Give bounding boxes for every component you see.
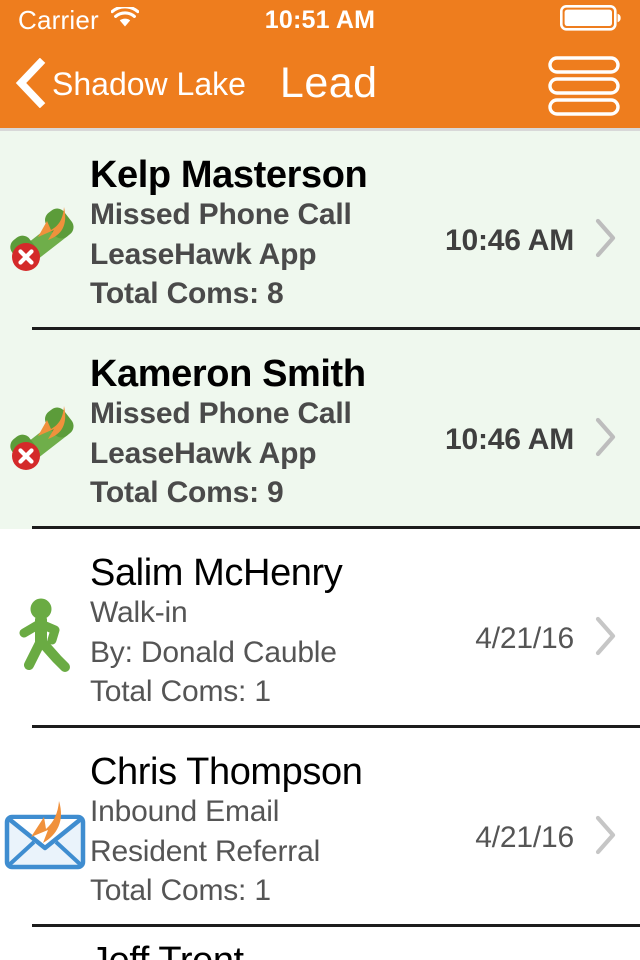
carrier-label: Carrier bbox=[18, 5, 99, 35]
list-item-meta: 4/21/16 bbox=[475, 615, 640, 662]
list-item-body: Kelp Masterson Missed Phone Call LeaseHa… bbox=[90, 149, 445, 313]
lead-timestamp: 10:46 AM bbox=[444, 422, 574, 456]
lead-name: Kameron Smith bbox=[90, 353, 366, 395]
list-item[interactable]: Kameron Smith Missed Phone Call LeaseHaw… bbox=[0, 330, 640, 529]
chevron-right-icon[interactable] bbox=[594, 814, 618, 861]
lead-source: Walk-in bbox=[90, 596, 188, 630]
lead-timestamp: 4/21/16 bbox=[475, 621, 574, 655]
list-item-body: Chris Thompson Inbound Email Resident Re… bbox=[90, 746, 475, 910]
lead-total-coms: Total Coms: 9 bbox=[90, 475, 284, 509]
list-item-body: Kameron Smith Missed Phone Call LeaseHaw… bbox=[90, 348, 445, 512]
lead-agent: By: Donald Cauble bbox=[90, 635, 337, 669]
navigation-bar: Shadow Lake Lead bbox=[0, 40, 640, 131]
missed-phone-call-icon bbox=[0, 199, 90, 281]
list-item[interactable]: Salim McHenry Walk-in By: Donald Cauble … bbox=[0, 529, 640, 728]
lead-list: Kelp Masterson Missed Phone Call LeaseHa… bbox=[0, 131, 640, 960]
list-item-body: Salim McHenry Walk-in By: Donald Cauble … bbox=[90, 547, 475, 711]
list-item[interactable]: Jeff Trent bbox=[0, 927, 640, 960]
battery-icon bbox=[559, 4, 622, 36]
list-item[interactable]: Chris Thompson Inbound Email Resident Re… bbox=[0, 728, 640, 927]
lead-name: Salim McHenry bbox=[90, 552, 343, 594]
list-item-meta: 10:46 AM bbox=[445, 217, 640, 264]
lead-name: Jeff Trent bbox=[90, 941, 640, 960]
list-item[interactable]: Kelp Masterson Missed Phone Call LeaseHa… bbox=[0, 131, 640, 330]
status-bar: Carrier 10:51 AM bbox=[0, 0, 640, 40]
lead-total-coms: Total Coms: 1 bbox=[90, 674, 271, 708]
status-bar-right bbox=[559, 4, 622, 36]
lead-source: Missed Phone Call bbox=[90, 397, 352, 431]
list-item-icon-placeholder bbox=[0, 952, 90, 956]
lead-total-coms: Total Coms: 1 bbox=[90, 873, 271, 907]
status-bar-clock: 10:51 AM bbox=[264, 5, 376, 34]
wifi-icon bbox=[110, 4, 140, 34]
lead-source: Inbound Email bbox=[90, 795, 280, 829]
walk-in-icon bbox=[0, 597, 90, 679]
list-item-body: Jeff Trent bbox=[90, 941, 640, 960]
hamburger-menu-button[interactable] bbox=[548, 55, 620, 117]
app-header: Carrier 10:51 AM Shadow Lake Lead bbox=[0, 0, 640, 131]
lead-name: Chris Thompson bbox=[90, 751, 363, 793]
lead-channel: LeaseHawk App bbox=[90, 436, 317, 470]
lead-timestamp: 10:46 AM bbox=[444, 223, 574, 257]
page-title: Lead bbox=[279, 59, 378, 107]
back-button[interactable]: Shadow Lake bbox=[14, 57, 246, 113]
list-item-meta: 4/21/16 bbox=[475, 814, 640, 861]
lead-channel: Resident Referral bbox=[90, 834, 321, 868]
missed-phone-call-icon bbox=[0, 398, 90, 480]
inbound-email-icon bbox=[0, 799, 90, 875]
chevron-right-icon[interactable] bbox=[594, 416, 618, 463]
chevron-left-icon bbox=[14, 57, 46, 113]
status-bar-left: Carrier bbox=[18, 4, 140, 35]
chevron-right-icon[interactable] bbox=[594, 615, 618, 662]
lead-name: Kelp Masterson bbox=[90, 154, 368, 196]
lead-timestamp: 4/21/16 bbox=[475, 820, 574, 854]
lead-total-coms: Total Coms: 8 bbox=[90, 276, 284, 310]
chevron-right-icon[interactable] bbox=[594, 217, 618, 264]
list-item-meta: 10:46 AM bbox=[445, 416, 640, 463]
back-button-label: Shadow Lake bbox=[52, 66, 246, 102]
lead-source: Missed Phone Call bbox=[90, 198, 352, 232]
lead-channel: LeaseHawk App bbox=[90, 237, 317, 271]
lead-list-screen: Carrier 10:51 AM Shadow Lake Lead Kelp M… bbox=[0, 0, 640, 960]
